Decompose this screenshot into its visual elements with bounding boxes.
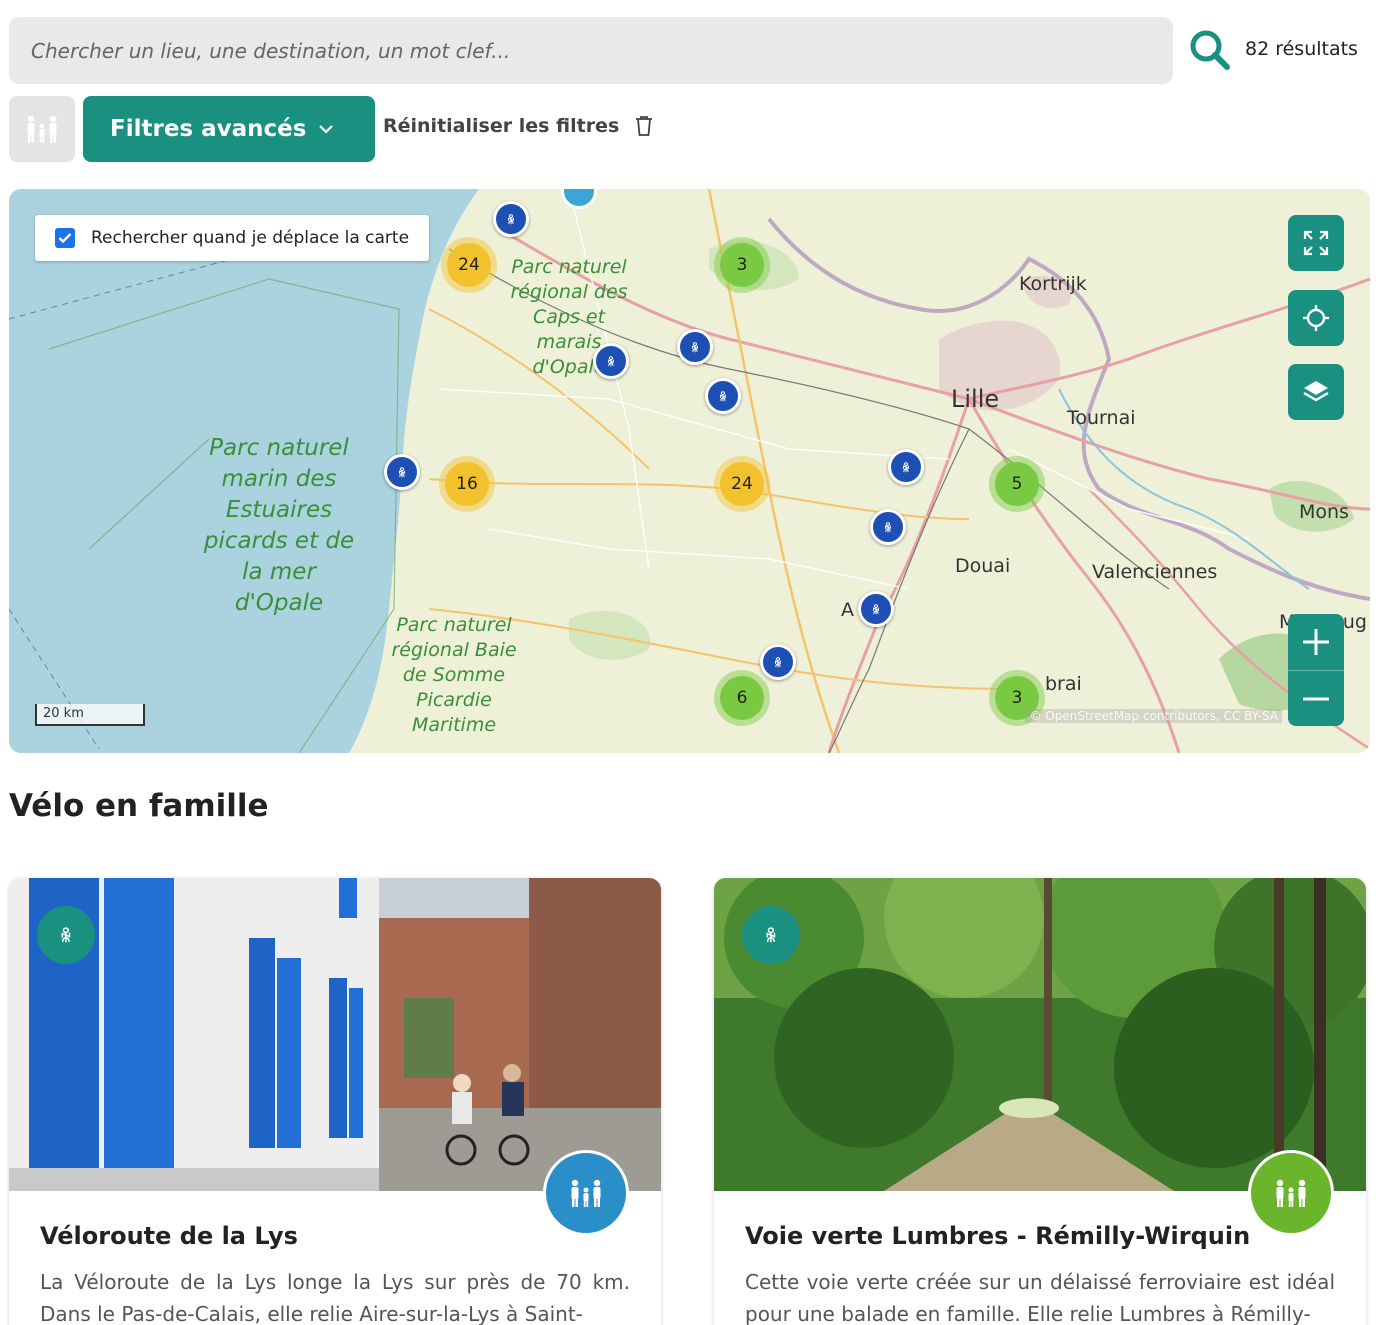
advanced-filters-label: Filtres avancés — [110, 116, 307, 142]
map-marker[interactable]: ꆜ — [858, 591, 894, 627]
card-description: La Véloroute de la Lys longe la Lys sur … — [40, 1270, 630, 1325]
section-title: Vélo en famille — [9, 788, 269, 824]
chevron-down-icon — [319, 125, 334, 134]
map-label-valenciennes: Valenciennes — [1092, 561, 1218, 583]
search-icon — [1190, 30, 1230, 70]
map-label-douai: Douai — [955, 555, 1011, 577]
layers-icon — [1303, 381, 1329, 402]
card-title[interactable]: Véloroute de la Lys — [40, 1222, 298, 1250]
family-icon: ꆜ — [690, 341, 700, 355]
card-description: Cette voie verte créée sur un délaissé f… — [745, 1270, 1335, 1325]
map-label-kortrijk: Kortrijk — [1019, 273, 1087, 295]
category-badge: ꆜ — [742, 906, 800, 964]
family-icon: ꆜ — [397, 466, 407, 480]
map-cluster-count: 16 — [445, 462, 489, 506]
map-marker[interactable]: ꆜ — [888, 449, 924, 485]
results-count: 82 résultats — [1245, 38, 1358, 60]
card-title[interactable]: Voie verte Lumbres - Rémilly-Wirquin — [745, 1222, 1250, 1250]
search-input[interactable] — [31, 38, 1173, 63]
family-icon: ꆜ — [773, 656, 783, 670]
search-bar — [9, 17, 1173, 84]
result-card[interactable]: ꆜ Véloroute de la Lys La Véloroute de la… — [9, 878, 661, 1325]
map-marker[interactable]: ꆜ — [593, 343, 629, 379]
fullscreen-icon — [1303, 230, 1329, 256]
map-marker[interactable]: ꆜ — [760, 644, 796, 680]
category-badge-large — [543, 1150, 629, 1236]
map-label-park-somme: Parc naturel régional Baie de Somme Pica… — [391, 614, 517, 736]
family-icon: ꆜ — [506, 213, 516, 227]
check-icon — [58, 233, 72, 244]
family-icon — [571, 1179, 601, 1207]
fullscreen-button[interactable] — [1288, 215, 1344, 271]
map-cluster[interactable]: 5 — [989, 456, 1045, 512]
reset-filters-button[interactable]: Réinitialiser les filtres — [383, 115, 653, 137]
category-badge-large — [1248, 1150, 1334, 1236]
locate-icon — [1303, 305, 1329, 331]
map-marker[interactable]: ꆜ — [384, 454, 420, 490]
map-cluster[interactable]: 16 — [439, 456, 495, 512]
map-label-tournai: Tournai — [1067, 407, 1136, 429]
trash-icon — [636, 116, 653, 136]
family-icon: ꆜ — [871, 603, 881, 617]
zoom-out-icon — [1303, 697, 1329, 700]
advanced-filters-button[interactable]: Filtres avancés — [83, 96, 375, 162]
map-cluster[interactable]: 24 — [714, 456, 770, 512]
zoom-in-icon — [1303, 629, 1329, 655]
family-icon: ꆜ — [606, 355, 616, 369]
search-button[interactable] — [1186, 26, 1234, 74]
map-cluster-count: 3 — [720, 243, 764, 287]
map-label-mons: Mons — [1299, 501, 1349, 523]
category-filter-button[interactable] — [9, 96, 75, 162]
family-icon: ꆜ — [718, 390, 728, 404]
result-card[interactable]: ꆜ Voie verte Lumbres - Rémilly-Wirquin C… — [714, 878, 1366, 1325]
map-cluster[interactable]: 24 — [441, 237, 497, 293]
map-label-arras: A — [841, 599, 854, 621]
category-badge: ꆜ — [37, 906, 95, 964]
family-icon — [27, 115, 57, 143]
map-label-cambrai: brai — [1045, 673, 1082, 695]
map-cluster-count: 24 — [447, 243, 491, 287]
family-icon: ꆜ — [764, 926, 778, 946]
family-icon: ꆜ — [901, 461, 911, 475]
family-icon — [1276, 1179, 1306, 1207]
search-on-move-toggle[interactable]: Rechercher quand je déplace la carte — [35, 215, 429, 261]
card-image — [714, 878, 1366, 1191]
map-attribution[interactable]: © OpenStreetMap contributors, CC BY-SA — [1025, 709, 1282, 723]
map-marker[interactable]: ꆜ — [677, 329, 713, 365]
map[interactable]: Kortrijk Lille Tournai Mons Douai Valenc… — [9, 189, 1370, 753]
zoom-control — [1288, 614, 1344, 726]
map-cluster[interactable]: 6 — [714, 670, 770, 726]
map-cluster-count: 24 — [720, 462, 764, 506]
map-marker[interactable]: ꆜ — [870, 509, 906, 545]
reset-filters-label: Réinitialiser les filtres — [383, 115, 620, 137]
layers-button[interactable] — [1288, 364, 1344, 420]
family-icon: ꆜ — [883, 521, 893, 535]
map-cluster[interactable]: 3 — [714, 237, 770, 293]
zoom-out-button[interactable] — [1288, 670, 1344, 726]
zoom-in-button[interactable] — [1288, 614, 1344, 670]
map-scale: 20 km — [35, 704, 145, 726]
locate-button[interactable] — [1288, 290, 1344, 346]
map-cluster-count: 6 — [720, 676, 764, 720]
card-image — [9, 878, 661, 1191]
map-cluster-count: 5 — [995, 462, 1039, 506]
map-label-lille: Lille — [951, 385, 1000, 413]
map-marker[interactable]: ꆜ — [705, 378, 741, 414]
map-marker[interactable]: ꆜ — [493, 201, 529, 237]
family-icon: ꆜ — [59, 926, 73, 946]
search-on-move-label: Rechercher quand je déplace la carte — [91, 228, 410, 248]
search-on-move-checkbox[interactable] — [55, 228, 75, 248]
map-label-park-marin: Parc naturel marin des Estuaires picards… — [203, 435, 355, 616]
